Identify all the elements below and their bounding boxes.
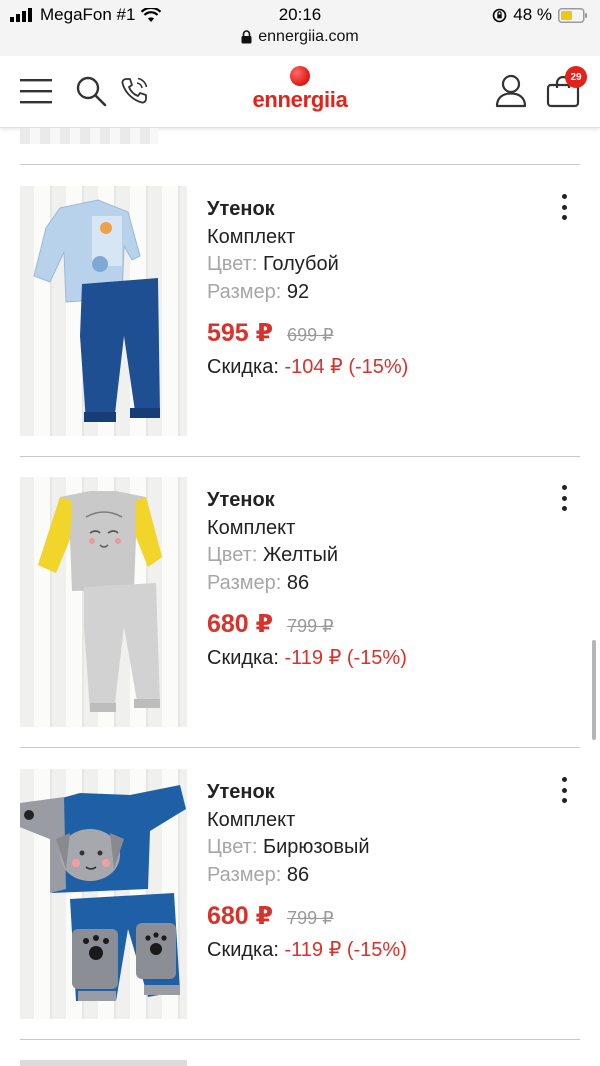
kebab-dot — [561, 506, 567, 511]
logo-text: ennergiia — [252, 87, 348, 112]
call-button[interactable] — [118, 74, 152, 108]
color-value: Бирюзовый — [262, 836, 370, 858]
item-divider — [20, 747, 580, 748]
discount-value: -119 ₽ (-15%) — [284, 939, 407, 961]
product-discount: Скидка: -104 ₽ (-15%) — [207, 354, 547, 382]
product-size: Размер: 92 — [207, 279, 547, 307]
color-value: Голубой — [262, 253, 339, 275]
cart-button[interactable]: 29 — [546, 66, 587, 109]
size-value: 86 — [286, 863, 310, 886]
product-color: Цвет: Желтый — [207, 542, 547, 570]
current-price: 680 ₽ — [207, 610, 274, 638]
product-item: Утенок Комплект Цвет: Голубой Размер: 92… — [20, 186, 580, 436]
current-price: 680 ₽ — [207, 902, 274, 930]
discount-label: Скидка: — [207, 939, 279, 961]
more-vertical-icon — [561, 485, 567, 490]
address-bar[interactable]: ennergiia.com — [0, 28, 600, 46]
kebab-dot — [561, 787, 567, 793]
kebab-dot — [561, 215, 567, 220]
product-discount: Скидка: -119 ₽ (-15%) — [207, 645, 547, 673]
product-discount: Скидка: -119 ₽ (-15%) — [207, 937, 547, 965]
user-icon — [495, 74, 527, 108]
search-icon — [76, 76, 107, 107]
phone-icon — [121, 77, 148, 104]
color-label: Цвет: — [207, 253, 258, 275]
page-scrollbar[interactable] — [592, 640, 596, 740]
lock-icon — [241, 30, 252, 44]
menu-button[interactable] — [20, 75, 52, 107]
more-vertical-icon — [561, 777, 567, 782]
old-price: 799 ₽ — [287, 908, 334, 928]
price-row: 680 ₽ 799 ₽ — [207, 610, 547, 645]
status-right: 48 % — [492, 5, 588, 25]
orientation-lock-icon — [492, 8, 507, 22]
product-name[interactable]: Утенок — [207, 487, 547, 515]
site-logo[interactable]: ennergiia — [250, 66, 350, 118]
size-label: Размер: — [207, 280, 282, 303]
product-name[interactable]: Утенок — [207, 196, 547, 224]
search-button[interactable] — [74, 74, 108, 108]
old-price: 799 ₽ — [287, 616, 334, 636]
item-divider — [20, 164, 580, 165]
kebab-dot — [561, 798, 567, 803]
cart-count-badge: 29 — [565, 66, 587, 88]
product-image[interactable] — [20, 186, 187, 436]
product-image[interactable] — [20, 477, 187, 727]
logo-mark — [290, 66, 310, 86]
turquoise-pajama-set-image — [20, 785, 186, 1001]
product-item: Утенок Комплект Цвет: Бирюзовый Размер: … — [20, 769, 580, 1019]
battery-percent: 48 % — [513, 5, 552, 24]
blue-pajama-set-image — [33, 199, 160, 422]
color-value: Желтый — [262, 544, 338, 566]
battery-icon — [558, 7, 587, 23]
kebab-dot — [561, 204, 567, 210]
product-size: Размер: 86 — [207, 570, 547, 598]
product-info: Утенок Комплект Цвет: Голубой Размер: 92… — [207, 196, 547, 382]
product-name[interactable]: Утенок — [207, 779, 547, 807]
size-value: 92 — [286, 280, 310, 303]
next-item-thumbnail[interactable] — [20, 1060, 187, 1066]
color-label: Цвет: — [207, 544, 258, 566]
product-info: Утенок Комплект Цвет: Желтый Размер: 86 … — [207, 487, 547, 673]
product-item: Утенок Комплект Цвет: Желтый Размер: 86 … — [20, 477, 580, 727]
more-options-button[interactable] — [556, 485, 572, 511]
discount-value: -104 ₽ (-15%) — [284, 356, 409, 378]
discount-value: -119 ₽ (-15%) — [284, 647, 407, 669]
hamburger-menu-icon — [20, 79, 52, 104]
discount-label: Скидка: — [207, 356, 279, 378]
color-label: Цвет: — [207, 836, 258, 858]
kebab-dot — [561, 495, 567, 501]
url-text: ennergiia.com — [258, 28, 359, 45]
product-color: Цвет: Бирюзовый — [207, 834, 547, 862]
old-price: 699 ₽ — [287, 325, 334, 345]
account-button[interactable] — [494, 73, 528, 109]
size-value: 86 — [286, 571, 310, 594]
more-options-button[interactable] — [556, 194, 572, 220]
current-price: 595 ₽ — [207, 319, 274, 347]
size-label: Размер: — [207, 571, 282, 594]
browser-status-bar: MegaFon #1 20:16 48 % ennergiia.com — [0, 0, 600, 56]
product-color: Цвет: Голубой — [207, 251, 547, 279]
product-type: Комплект — [207, 225, 296, 248]
product-size: Размер: 86 — [207, 862, 547, 890]
product-info: Утенок Комплект Цвет: Бирюзовый Размер: … — [207, 779, 547, 965]
product-type: Комплект — [207, 808, 296, 831]
size-label: Размер: — [207, 863, 282, 886]
product-image[interactable] — [20, 769, 187, 1019]
more-vertical-icon — [561, 194, 567, 199]
item-divider — [20, 1039, 580, 1040]
discount-label: Скидка: — [207, 647, 279, 669]
item-divider — [20, 456, 580, 457]
more-options-button[interactable] — [556, 777, 572, 803]
site-header: ennergiia 29 — [0, 56, 600, 128]
yellow-gray-pajama-set-image — [38, 491, 162, 712]
price-row: 595 ₽ 699 ₽ — [207, 319, 547, 354]
previous-item-thumbnail[interactable] — [20, 128, 158, 144]
price-row: 680 ₽ 799 ₽ — [207, 902, 547, 937]
product-type: Комплект — [207, 516, 296, 539]
